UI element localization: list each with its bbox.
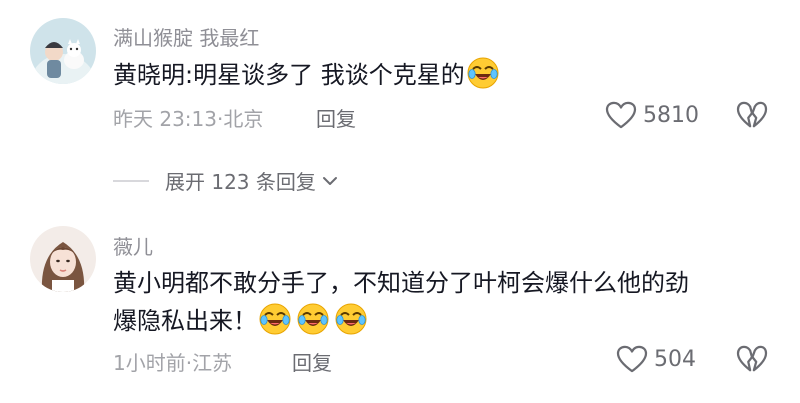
dislike-button[interactable] (736, 101, 768, 133)
heart-outline-icon (616, 345, 648, 373)
comment-text-body: 爆隐私出来！ (113, 307, 257, 335)
reply-button[interactable]: 回复 (316, 103, 356, 132)
like-button[interactable]: 504 (616, 345, 696, 373)
expand-replies-button[interactable]: 展开 123 条回复 (113, 166, 340, 195)
reply-button[interactable]: 回复 (292, 347, 332, 376)
comment-meta: 昨天 23:13·北京 (113, 107, 264, 131)
comment-text: 黄小明都不敢分手了，不知道分了叶柯会爆什么他的劲 爆隐私出来！ (113, 264, 689, 340)
laugh-crying-emoji-icon (467, 57, 499, 89)
comment-text: 黄晓明:明星谈多了 我谈个克星的 (113, 56, 499, 94)
laugh-crying-emoji-icon (259, 303, 291, 335)
dislike-button[interactable] (736, 345, 768, 377)
broken-heart-icon (736, 101, 768, 129)
username[interactable]: 薇儿 (113, 231, 153, 260)
laugh-crying-emoji-icon (297, 303, 329, 335)
comment-text-body: 黄晓明:明星谈多了 我谈个克星的 (113, 61, 465, 89)
chevron-down-icon (322, 176, 337, 185)
avatar[interactable] (30, 18, 96, 84)
like-count: 5810 (643, 102, 699, 128)
broken-heart-icon (736, 345, 768, 373)
divider-line (113, 179, 149, 182)
like-button[interactable]: 5810 (605, 101, 699, 129)
comment-meta: 1小时前·江苏 (113, 351, 233, 375)
heart-outline-icon (605, 101, 637, 129)
comment-text-line: 黄小明都不敢分手了，不知道分了叶柯会爆什么他的劲 (113, 269, 689, 297)
like-count: 504 (654, 346, 696, 372)
expand-replies-label: 展开 123 条回复 (165, 170, 316, 194)
comment-text-line: 爆隐私出来！ (113, 302, 689, 340)
avatar[interactable] (30, 226, 96, 292)
laugh-crying-emoji-icon (335, 303, 367, 335)
username[interactable]: 满山猴腚 我最红 (113, 22, 259, 51)
